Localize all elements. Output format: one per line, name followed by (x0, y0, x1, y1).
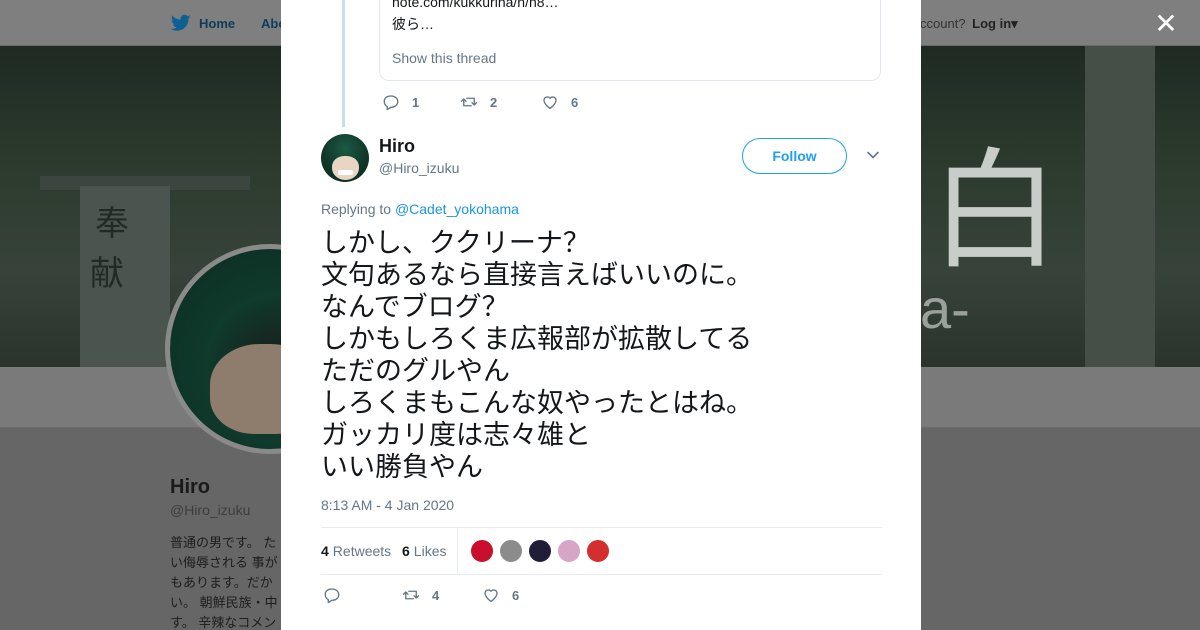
tweet-line: しかもしろくま広報部が拡散してる (321, 324, 753, 355)
profile-handle: @Hiro_izuku (170, 502, 251, 518)
quoted-tweet-card[interactable]: note.com/kukkurina/n/n8… 彼ら… Show this t… (379, 0, 881, 81)
liker-avatar-2[interactable] (499, 539, 523, 563)
heart-icon (543, 96, 557, 110)
quoted-retweet-button[interactable]: 2 (460, 93, 497, 111)
tweet-line: ただのグルやん (321, 356, 510, 387)
heart-icon (484, 589, 498, 603)
likes-count: 6 (402, 543, 410, 559)
tweet-line: しろくまもこんな奴やったとはね。 (321, 388, 753, 419)
tweet-line: 文句あるなら直接言えばいいのに。 (321, 260, 753, 291)
reply-button[interactable] (323, 586, 341, 604)
quoted-retweet-count: 2 (490, 94, 498, 110)
chevron-down-icon[interactable] (866, 148, 880, 162)
banner-tree-trunk (1085, 46, 1155, 367)
account-prompt: ccount? Log in▾ (920, 16, 1018, 32)
profile-name: Hiro (170, 476, 210, 498)
author-handle[interactable]: @Hiro_izuku (379, 160, 459, 176)
retweets-stat[interactable]: 4 Retweets (321, 543, 391, 559)
liker-avatar-3[interactable] (528, 539, 552, 563)
retweets-label: Retweets (332, 543, 392, 559)
tweet-line: ガッカリ度は志々雄と (321, 420, 591, 451)
reply-icon (324, 588, 340, 604)
account-prompt-text: ccount? (920, 16, 966, 31)
retweet-count: 4 (432, 587, 440, 603)
like-button[interactable]: 6 (482, 586, 519, 604)
stats-divider (457, 528, 458, 575)
banner-right-kanji: 白 (930, 135, 1061, 287)
tweet-line: しかし、ククリーナ？ (321, 228, 590, 259)
quoted-reply-count: 1 (412, 94, 420, 110)
engagement-stats: 4 Retweets 6 Likes (321, 527, 882, 575)
avatar-face (332, 156, 359, 180)
show-thread-link[interactable]: Show this thread (392, 50, 496, 66)
likes-label: Likes (413, 543, 447, 559)
replying-prefix: Replying to (321, 201, 395, 217)
retweet-icon (402, 590, 420, 600)
replying-mention-link[interactable]: @Cadet_yokohama (395, 201, 519, 217)
quoted-like-button[interactable]: 6 (541, 93, 578, 111)
like-count: 6 (512, 587, 520, 603)
tweet-line: なんでブログ？ (321, 292, 509, 323)
tweet-timestamp[interactable]: 8:13 AM - 4 Jan 2020 (321, 497, 454, 513)
retweets-count: 4 (321, 543, 329, 559)
likes-stat[interactable]: 6 Likes (402, 543, 446, 559)
retweet-icon (460, 97, 478, 107)
thread-connector-line (342, 0, 345, 127)
avatar-mouth (338, 170, 353, 175)
tweet-permalink-modal: note.com/kukkurina/n/n8… 彼ら… Show this t… (281, 0, 921, 630)
quoted-tweet-text: 彼ら… (392, 16, 434, 32)
banner-right-tagline: a- (920, 277, 970, 340)
liker-avatar-5[interactable] (586, 539, 610, 563)
liker-avatar-4[interactable] (557, 539, 581, 563)
author-avatar[interactable] (321, 134, 369, 182)
twitter-bird-icon (171, 14, 191, 31)
tweet-text: しかし、ククリーナ？ 文句あるなら直接言えばいいのに。 なんでブログ？ しかもし… (321, 228, 881, 484)
author-name[interactable]: Hiro (379, 136, 415, 157)
profile-bio: 普通の男です。 たい侮辱される 事がもあります。だかい。 朝鮮民族・中す。 辛辣… (170, 535, 278, 630)
quoted-reply-button[interactable]: 1 (382, 93, 419, 111)
quoted-like-count: 6 (571, 94, 579, 110)
retweet-button[interactable]: 4 (402, 586, 439, 604)
close-icon[interactable]: ✕ (1152, 10, 1180, 38)
reply-icon (383, 95, 399, 111)
tweet-line: いい勝負やん (321, 452, 483, 483)
banner-kanji-top: 奉 (95, 204, 129, 244)
liker-avatar-1[interactable] (470, 539, 494, 563)
tweet-actions: 4 6 (321, 586, 882, 608)
home-nav-link[interactable]: Home (171, 14, 235, 32)
follow-button[interactable]: Follow (742, 138, 847, 174)
replying-to: Replying to @Cadet_yokohama (321, 201, 519, 217)
home-nav-label: Home (199, 15, 236, 31)
login-button[interactable]: Log in▾ (972, 16, 1018, 31)
quoted-tweet-link[interactable]: note.com/kukkurina/n/n8… (392, 0, 559, 10)
banner-kanji-bottom: 献 (90, 254, 124, 294)
